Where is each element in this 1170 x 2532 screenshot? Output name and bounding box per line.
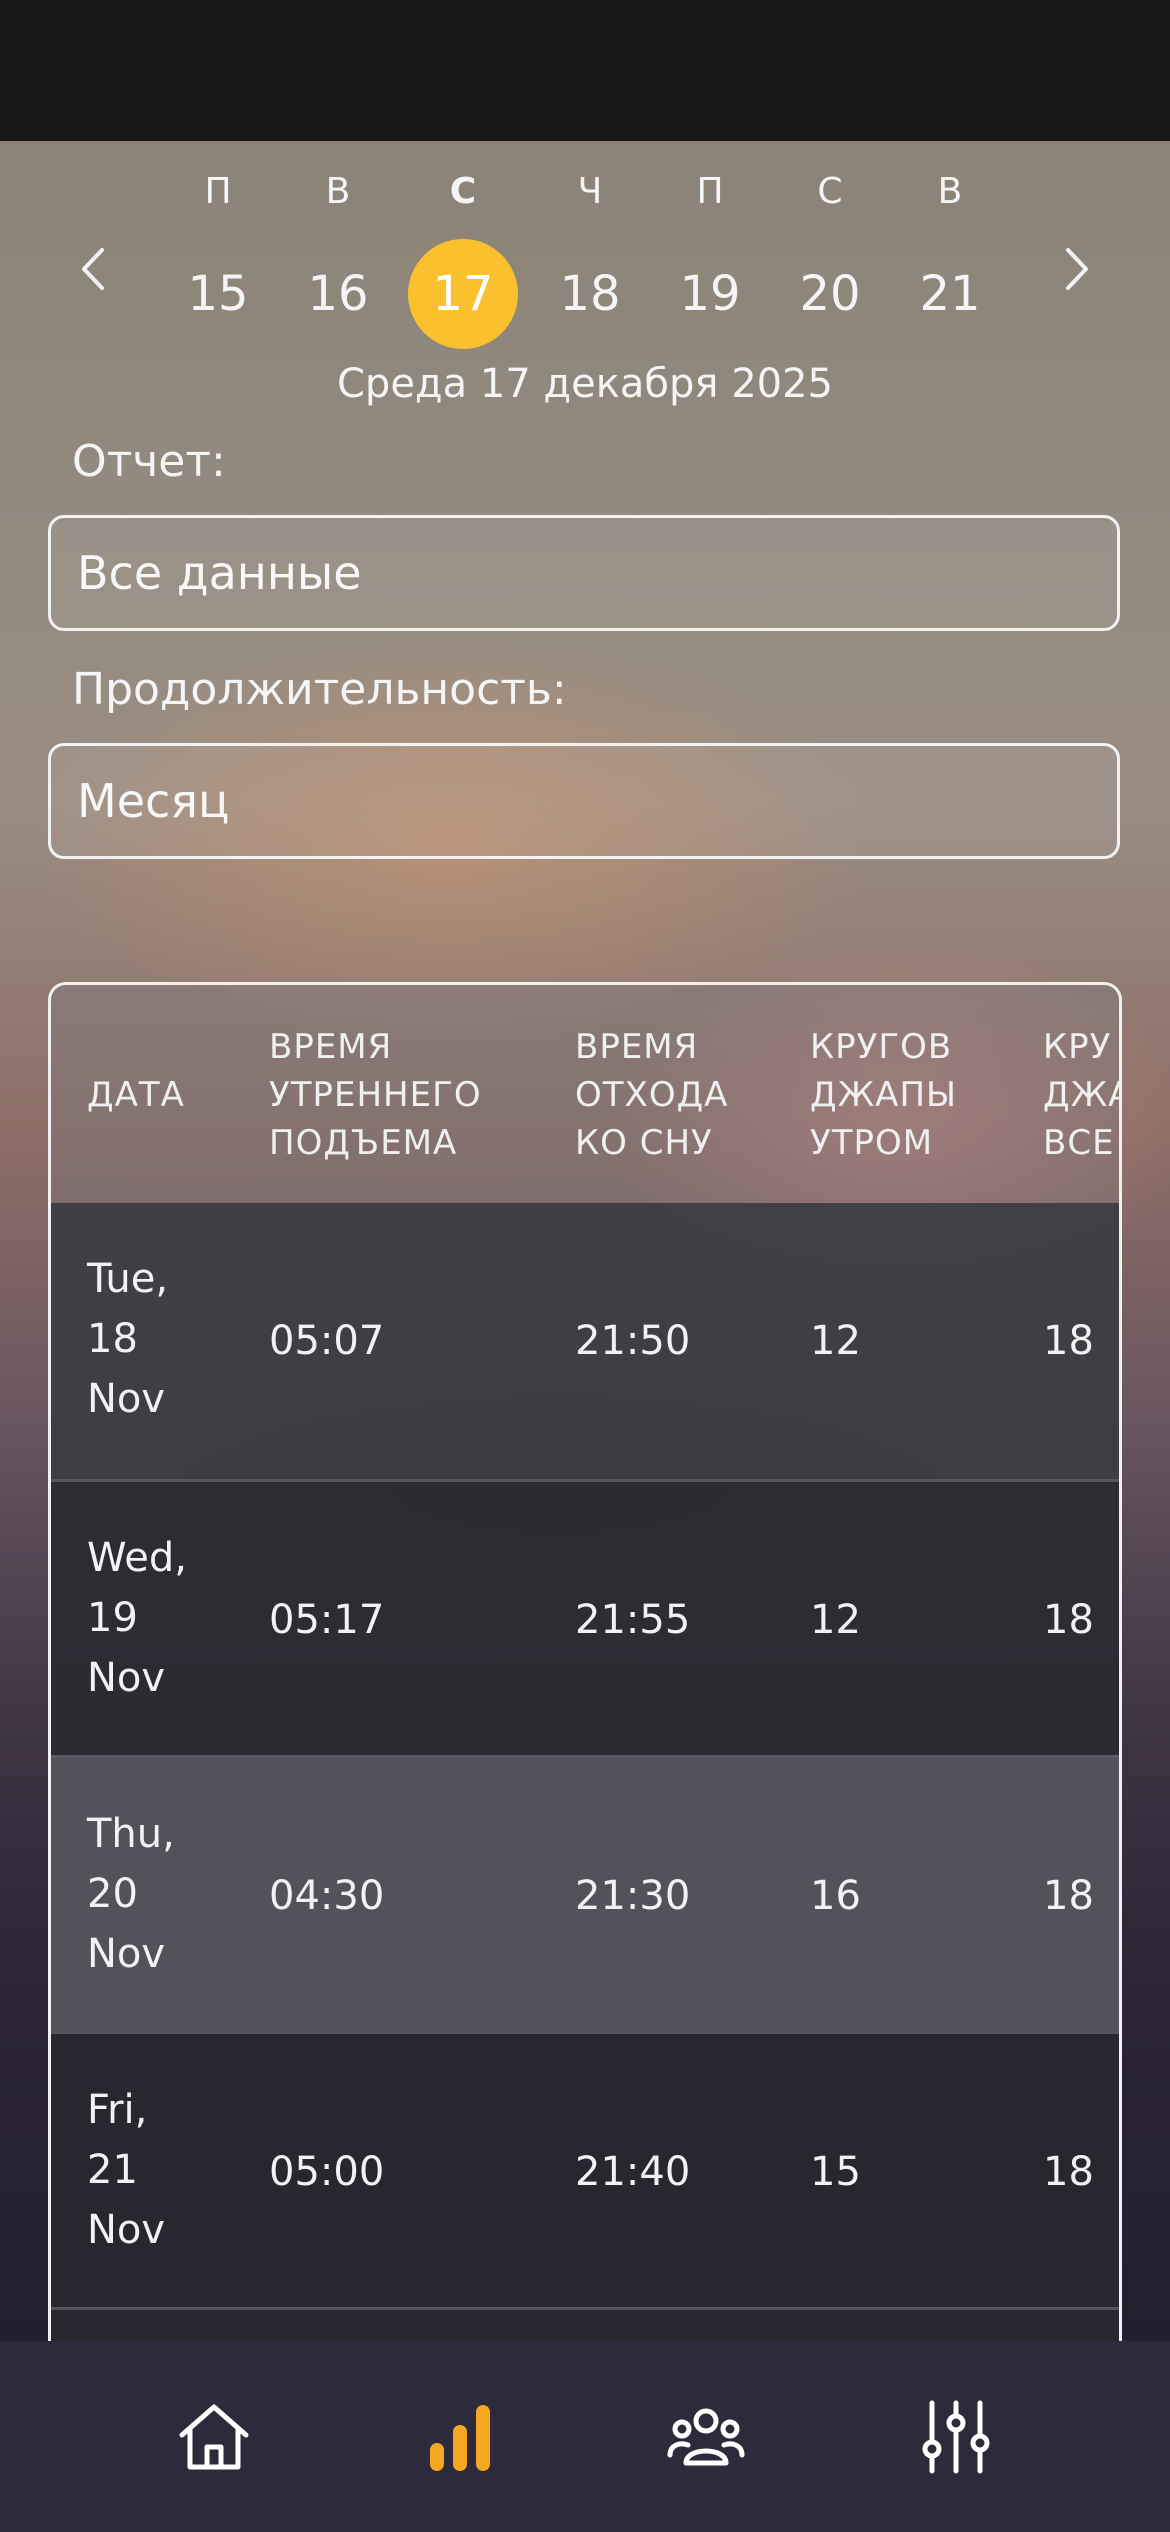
cell-wake: 04:30 bbox=[269, 1873, 385, 1919]
cell-rounds-total: 18 bbox=[1043, 1597, 1094, 1643]
duration-label: Продолжительность: bbox=[72, 664, 567, 715]
nav-stats-button[interactable] bbox=[410, 2387, 510, 2487]
table-row[interactable]: Wed, 19 Nov 05:17 21:55 12 18 bbox=[51, 1479, 1119, 1758]
column-header-wake: ВРЕМЯ УТРЕННЕГО ПОДЪЕМА bbox=[269, 1027, 482, 1163]
table-row[interactable]: Tue, 18 Nov 05:07 21:50 12 18 bbox=[51, 1203, 1119, 1479]
prev-week-button[interactable] bbox=[64, 239, 124, 299]
cell-rounds-total: 18 bbox=[1043, 1318, 1094, 1364]
chevron-left-icon bbox=[82, 248, 104, 290]
duration-select[interactable]: Месяц bbox=[48, 743, 1120, 859]
bottom-navigation bbox=[0, 2341, 1170, 2532]
cell-rounds-total: 18 bbox=[1043, 1873, 1094, 1919]
selected-date-caption: Среда 17 декабря 2025 bbox=[337, 361, 833, 407]
status-bar bbox=[0, 0, 1170, 141]
day-weekday: П bbox=[696, 171, 724, 212]
column-header-date: ДАТА bbox=[87, 1075, 185, 1115]
column-header-rounds-morning: КРУГОВ ДЖАПЫ УТРОМ bbox=[810, 1027, 958, 1163]
week-calendar: П 15 В 16 С 17 Ч 18 П 19 С 20 В 21 Среда… bbox=[0, 141, 1170, 421]
cell-sleep: 21:40 bbox=[575, 2149, 691, 2195]
day-number: 16 bbox=[307, 266, 369, 322]
sliders-icon bbox=[922, 2400, 990, 2474]
day-weekday: С bbox=[817, 171, 843, 212]
report-label: Отчет: bbox=[72, 436, 226, 487]
cell-rounds-morning: 12 bbox=[810, 1318, 861, 1364]
cell-date: Fri, 21 Nov bbox=[87, 2087, 166, 2253]
cell-sleep: 21:55 bbox=[575, 1597, 691, 1643]
cell-date: Tue, 18 Nov bbox=[87, 1256, 169, 1422]
cell-wake: 05:00 bbox=[269, 2149, 385, 2195]
day-weekday: В bbox=[937, 171, 963, 212]
cell-rounds-morning: 12 bbox=[810, 1597, 861, 1643]
day-number: 19 bbox=[679, 266, 741, 322]
day-number: 18 bbox=[559, 266, 621, 322]
nav-home-button[interactable] bbox=[164, 2387, 264, 2487]
cell-rounds-morning: 16 bbox=[810, 1873, 861, 1919]
day-number: 17 bbox=[408, 239, 518, 349]
table-row[interactable]: Thu, 20 Nov 04:30 21:30 16 18 bbox=[51, 1755, 1119, 2034]
next-week-button[interactable] bbox=[1046, 239, 1106, 299]
day-weekday: С bbox=[449, 171, 477, 212]
cell-wake: 05:07 bbox=[269, 1318, 385, 1364]
cell-sleep: 21:50 bbox=[575, 1318, 691, 1364]
column-header-sleep: ВРЕМЯ ОТХОДА КО СНУ bbox=[575, 1027, 729, 1163]
users-icon bbox=[667, 2408, 745, 2466]
table-header: ДАТА ВРЕМЯ УТРЕННЕГО ПОДЪЕМА ВРЕМЯ ОТХОД… bbox=[51, 985, 1119, 1203]
day-weekday: Ч bbox=[577, 171, 603, 212]
chevron-right-icon bbox=[1066, 248, 1088, 290]
day-number: 20 bbox=[799, 266, 861, 322]
cell-date: Wed, 19 Nov bbox=[87, 1535, 187, 1701]
table-row[interactable]: Fri, 21 Nov 05:00 21:40 15 18 bbox=[51, 2031, 1119, 2310]
day-number: 15 bbox=[187, 266, 249, 322]
home-icon bbox=[179, 2404, 249, 2470]
day-weekday: В bbox=[325, 171, 351, 212]
day-weekday: П bbox=[204, 171, 232, 212]
report-select[interactable]: Все данные bbox=[48, 515, 1120, 631]
cell-sleep: 21:30 bbox=[575, 1873, 691, 1919]
cell-rounds-total: 18 bbox=[1043, 2149, 1094, 2195]
column-header-rounds-total: КРУ ДЖА ВСЕ bbox=[1043, 1027, 1119, 1163]
day-number: 21 bbox=[919, 266, 981, 322]
report-table[interactable]: ДАТА ВРЕМЯ УТРЕННЕГО ПОДЪЕМА ВРЕМЯ ОТХОД… bbox=[48, 982, 1122, 2402]
cell-date: Thu, 20 Nov bbox=[87, 1811, 175, 1977]
nav-community-button[interactable] bbox=[656, 2387, 756, 2487]
nav-settings-button[interactable] bbox=[906, 2387, 1006, 2487]
cell-rounds-morning: 15 bbox=[810, 2149, 861, 2195]
bar-chart-icon bbox=[430, 2405, 490, 2471]
cell-wake: 05:17 bbox=[269, 1597, 385, 1643]
